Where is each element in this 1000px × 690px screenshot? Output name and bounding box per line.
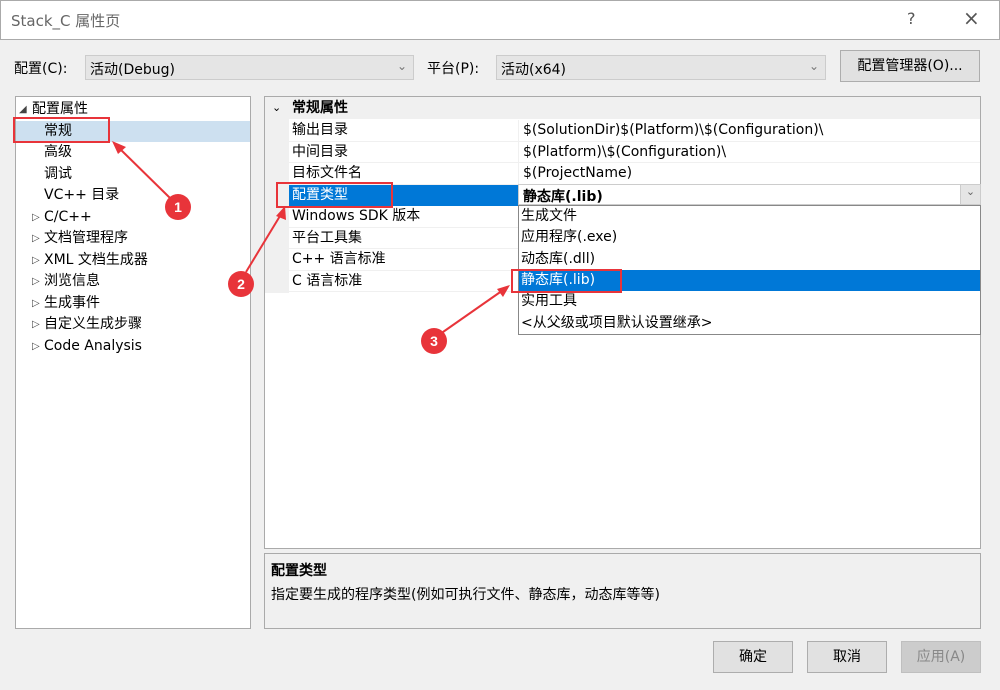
highlight-box-3 — [511, 269, 622, 293]
arrow-2 — [245, 210, 284, 273]
marker-2-label: 2 — [237, 276, 245, 292]
marker-3-label: 3 — [430, 333, 438, 349]
arrow-1 — [116, 145, 171, 199]
highlight-box-2 — [276, 182, 393, 208]
annotation-overlay: 1 2 3 — [13, 117, 622, 354]
highlight-box-1 — [13, 117, 110, 143]
arrow-3 — [442, 287, 507, 333]
marker-1-label: 1 — [174, 199, 182, 215]
